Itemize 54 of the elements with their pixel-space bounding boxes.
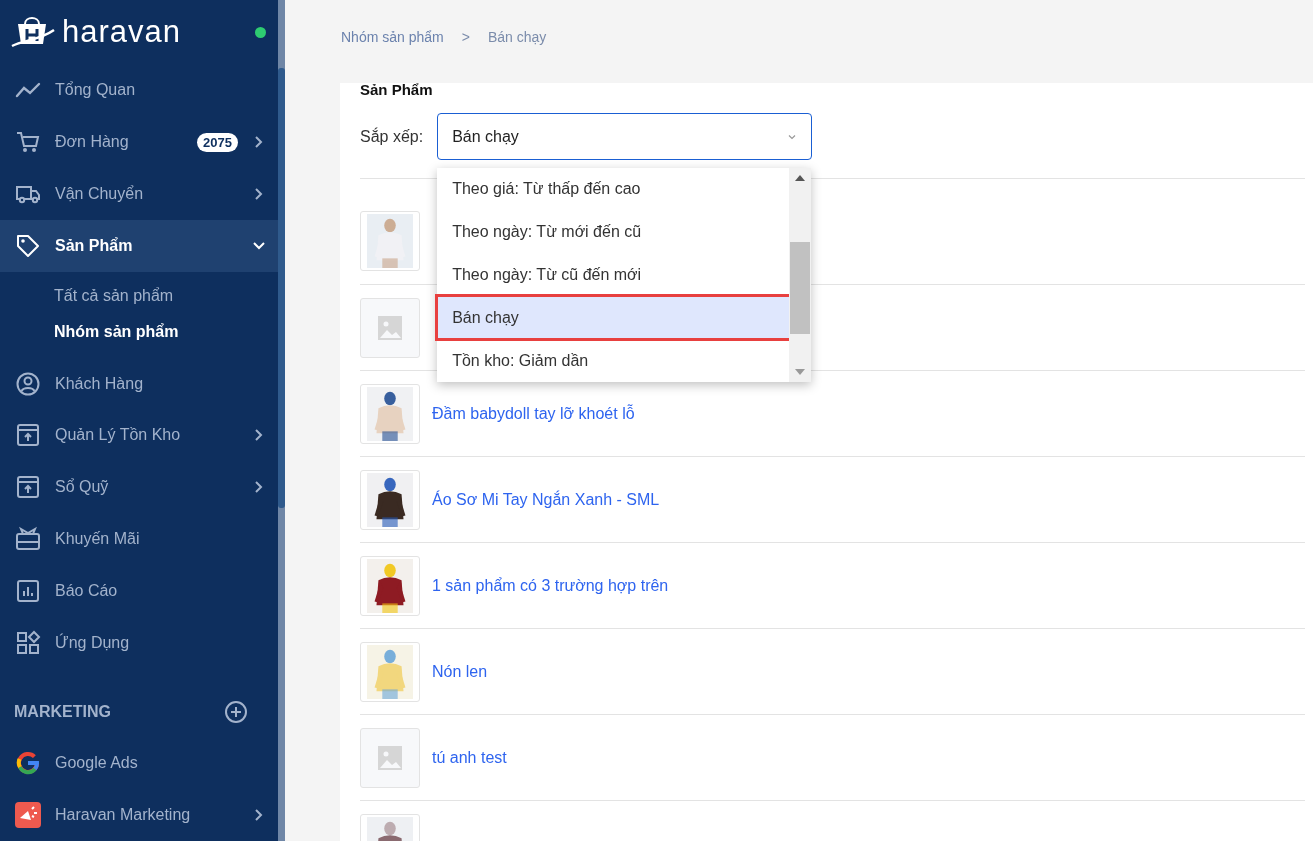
- user-icon: [15, 370, 41, 397]
- product-thumbnail[interactable]: [360, 469, 420, 530]
- scrollbar[interactable]: [789, 168, 812, 382]
- sidebar-item[interactable]: Google Ads: [0, 737, 278, 790]
- dropdown-option[interactable]: Theo ngày: Từ mới đến cũ: [437, 210, 790, 254]
- add-icon[interactable]: [224, 700, 248, 725]
- sidebar-item[interactable]: Báo Cáo: [0, 565, 278, 617]
- scroll-up-icon[interactable]: [794, 174, 807, 182]
- sidebar-item[interactable]: Vận Chuyển: [0, 168, 278, 220]
- sidebar-item[interactable]: Tổng Quan: [0, 64, 278, 117]
- product-link[interactable]: 1 sản phẩm có 3 trường hợp trên: [432, 576, 669, 595]
- sidebar-item[interactable]: Đơn Hàng 2075: [0, 116, 278, 169]
- submenu-item[interactable]: Tất cả sản phẩm: [0, 277, 278, 314]
- breadcrumb-separator: >: [461, 29, 470, 45]
- dropdown-option[interactable]: Theo giá: Từ thấp đến cao: [437, 168, 790, 211]
- sidebar-item[interactable]: Sổ Quỹ: [0, 461, 278, 514]
- dropdown-option[interactable]: Theo ngày: Từ cũ đến mới: [437, 253, 790, 297]
- product-thumbnail[interactable]: [360, 297, 420, 358]
- breadcrumb-current: Bán chạy: [487, 29, 547, 45]
- sidebar-item[interactable]: Khách Hàng: [0, 357, 278, 410]
- archive-icon: [15, 422, 41, 449]
- section-title: Sản Phẩm: [360, 83, 434, 100]
- product-link[interactable]: tú anh test: [432, 748, 507, 767]
- scrollbar[interactable]: [278, 0, 285, 841]
- sidebar-item[interactable]: Haravan Marketing: [0, 789, 278, 841]
- section-title: MARKETING: [14, 703, 111, 722]
- product-thumbnail[interactable]: [360, 211, 420, 271]
- bar-chart-icon: [15, 577, 41, 604]
- megaphone-icon: [15, 802, 41, 829]
- breadcrumb-link[interactable]: Nhóm sản phẩm: [341, 29, 444, 45]
- apps-icon: [15, 629, 41, 656]
- tag-icon: [15, 232, 41, 259]
- sidebar-item[interactable]: Ứng Dụng: [0, 616, 278, 669]
- count-badge: 2075: [197, 132, 238, 152]
- product-thumbnail[interactable]: [360, 555, 420, 616]
- dropdown-option[interactable]: Tồn kho: Giảm dần: [437, 339, 790, 382]
- product-link[interactable]: Nón len: [432, 662, 488, 681]
- product-thumbnail[interactable]: [360, 641, 420, 702]
- sidebar-item[interactable]: Sản Phẩm: [0, 219, 278, 272]
- product-thumbnail[interactable]: [360, 727, 420, 788]
- sidebar-item[interactable]: Khuyến Mãi: [0, 513, 278, 565]
- sort-dropdown[interactable]: Bán chạy: [437, 113, 813, 160]
- google-icon: [15, 750, 41, 777]
- product-thumbnail[interactable]: [360, 383, 420, 444]
- image-placeholder-icon: [378, 315, 402, 340]
- product-link[interactable]: Áo Sơ Mi Tay Ngắn Xanh - SML: [432, 490, 660, 509]
- archive-icon: [15, 474, 41, 501]
- sort-label: Sắp xếp:: [360, 127, 424, 146]
- brand-name: haravan: [62, 14, 182, 51]
- sidebar-item[interactable]: Quản Lý Tồn Kho: [0, 409, 278, 462]
- gift-icon: [15, 526, 41, 553]
- product-link[interactable]: Đầm babydoll tay lỡ khoét lỗ: [432, 404, 635, 423]
- submenu-item[interactable]: Nhóm sản phẩm: [0, 313, 278, 350]
- image-placeholder-icon: [378, 745, 402, 770]
